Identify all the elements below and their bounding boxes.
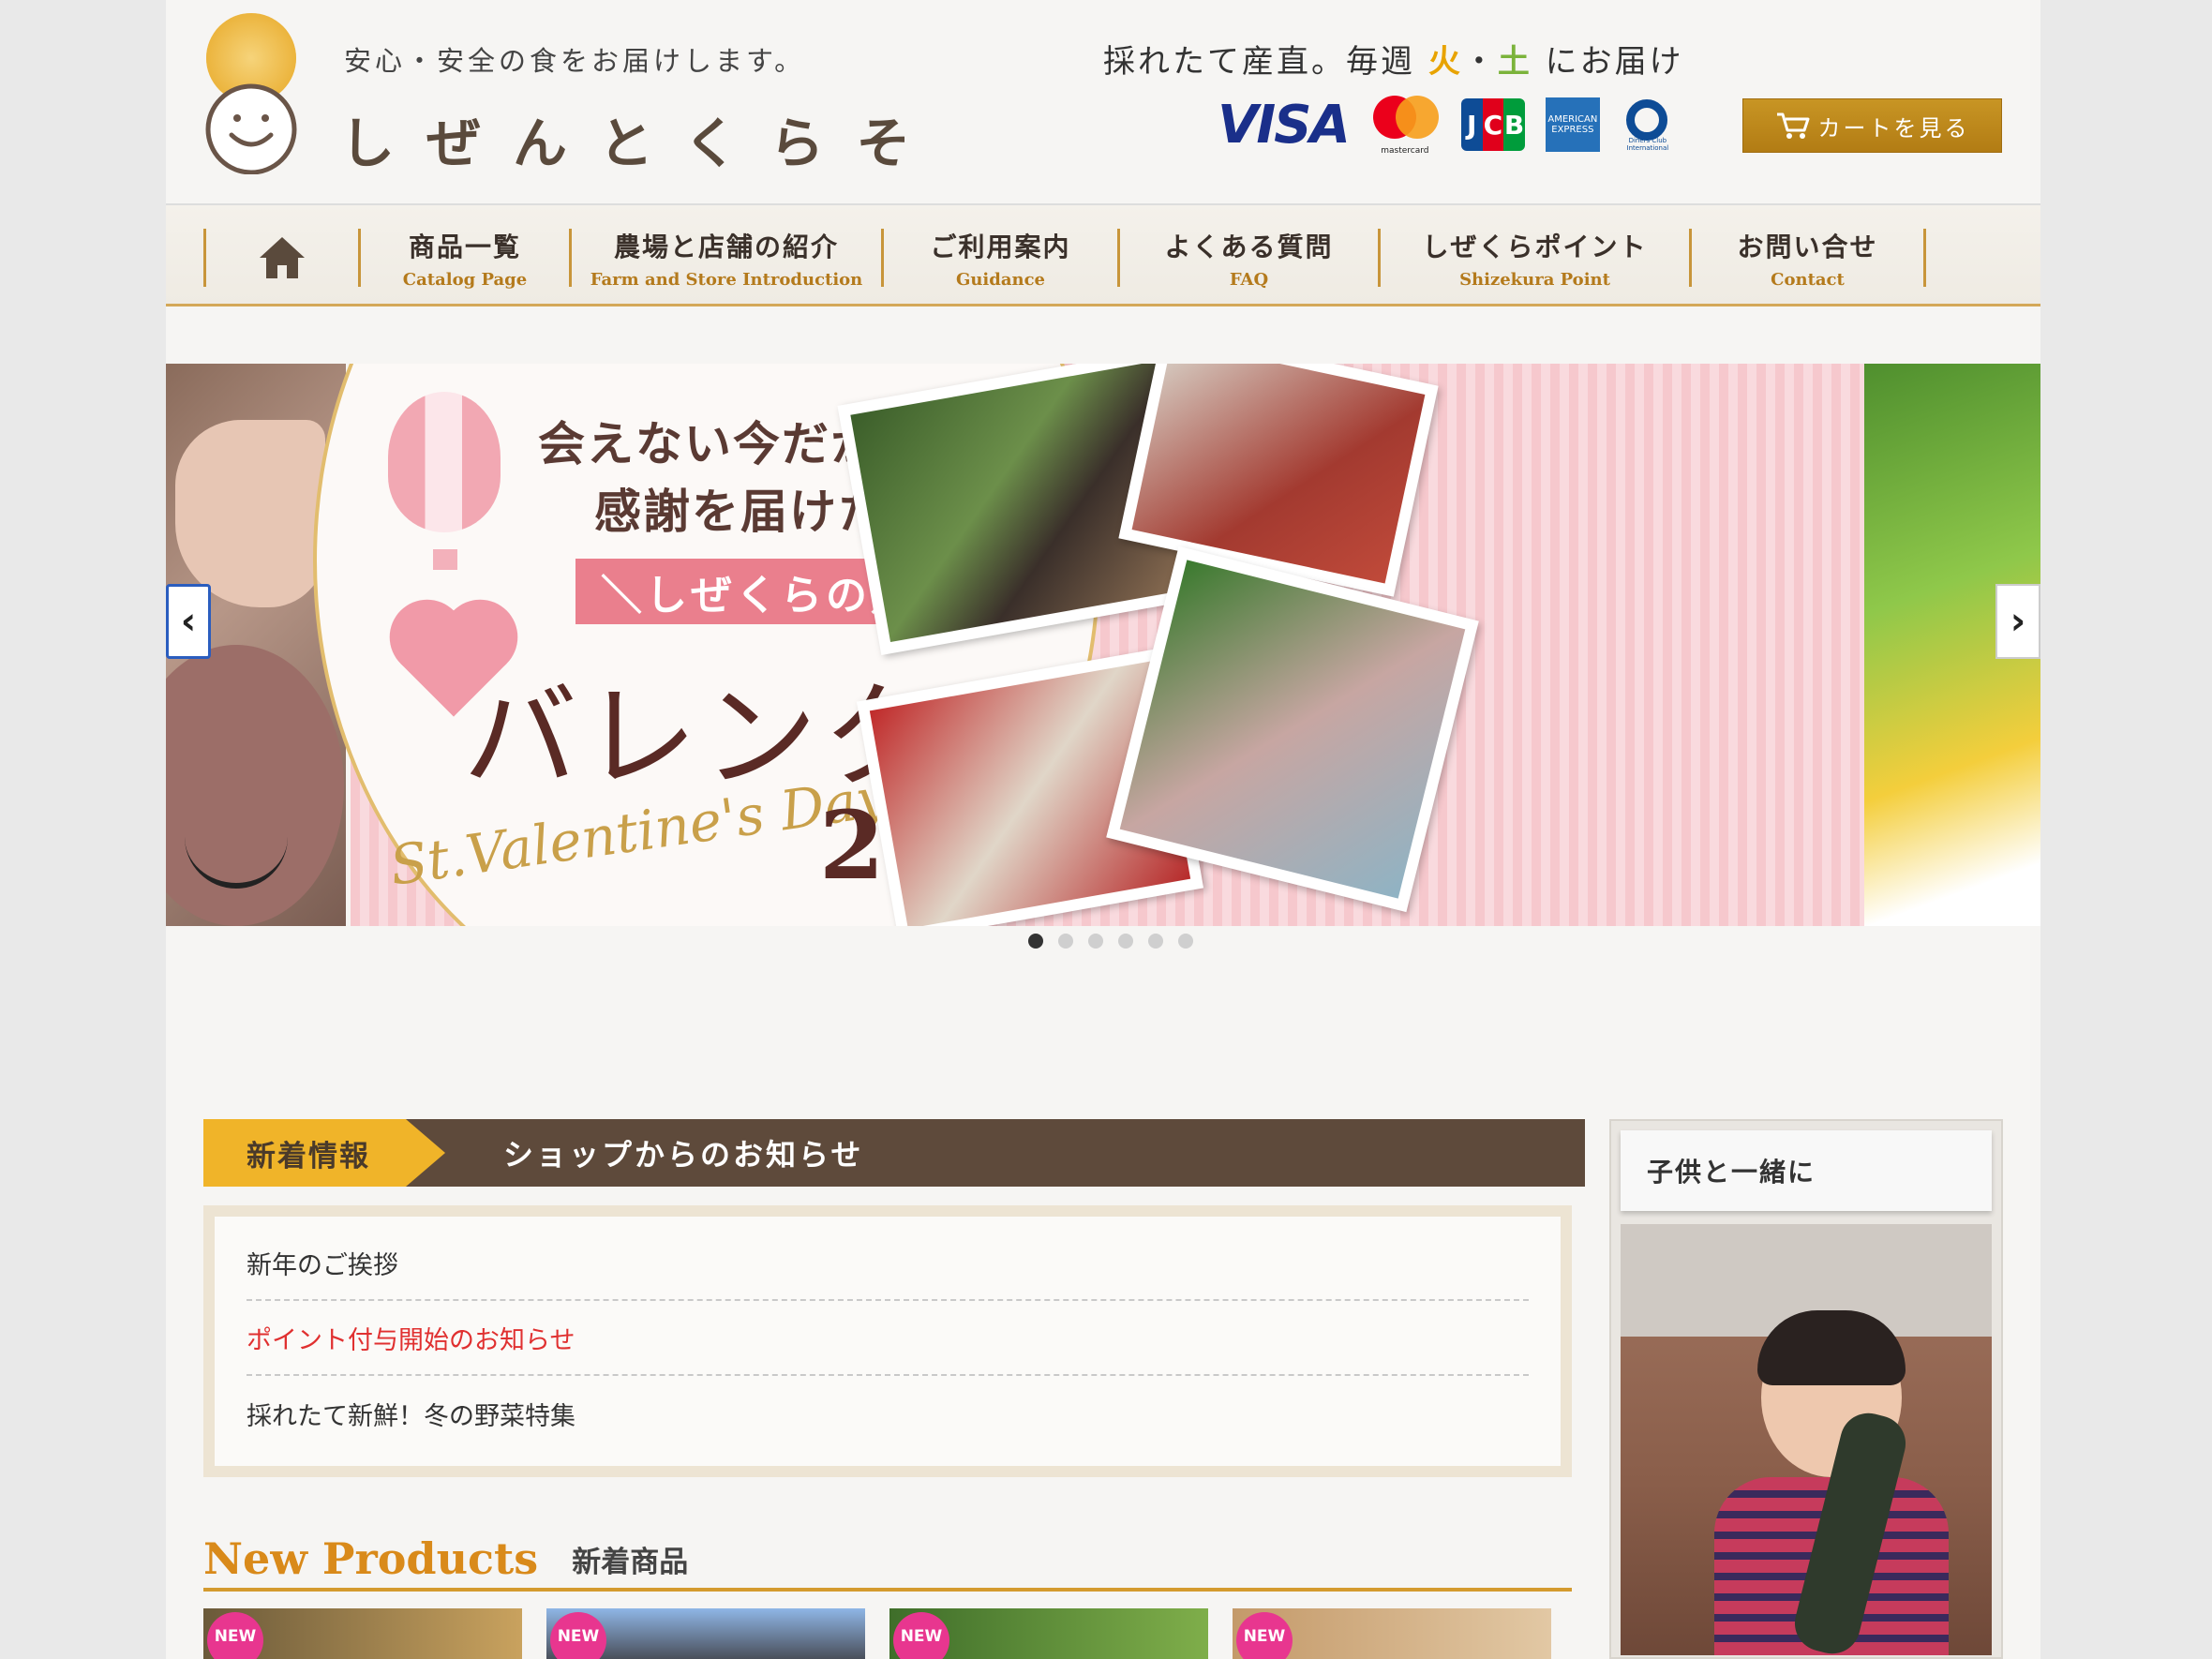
slider-dot-5[interactable] xyxy=(1148,934,1163,949)
slider-dots xyxy=(1028,934,1193,949)
new-products-title-jp: 新着商品 xyxy=(572,1546,689,1579)
sidebar-feature: 子供と一緒に xyxy=(1609,1119,2003,1659)
slider-dot-3[interactable] xyxy=(1088,934,1103,949)
new-badge: NEW xyxy=(207,1612,263,1659)
slider-prev-button[interactable]: ‹ xyxy=(166,584,211,659)
news-header: 新着情報 ショップからのお知らせ xyxy=(203,1119,1585,1187)
view-cart-button[interactable]: カートを見る xyxy=(1742,98,2002,153)
slide-valentine[interactable]: 会えない今だからこそ、 感謝を届けたい！ ＼しぜくらの／ バレンタイン St.V… xyxy=(313,364,1897,926)
delivery-info: 採れたて産直。毎週 火・土 にお届け xyxy=(1103,36,1684,82)
slider-dot-1[interactable] xyxy=(1028,934,1043,949)
nav-guidance-jp: ご利用案内 xyxy=(930,231,1071,262)
nav-catalog[interactable]: 商品一覧 Catalog Page xyxy=(358,229,569,290)
new-badge: NEW xyxy=(550,1612,606,1659)
slider-dot-2[interactable] xyxy=(1058,934,1073,949)
news-item-points[interactable]: ポイント付与開始のお知らせ xyxy=(247,1301,1529,1376)
nav-guidance[interactable]: ご利用案内 Guidance xyxy=(881,229,1117,290)
product-card-4[interactable]: NEW xyxy=(1233,1608,1551,1659)
diners-logo-icon: Diners Club International xyxy=(1621,97,1675,152)
product-card-2[interactable]: NEW xyxy=(546,1608,865,1659)
diners-label: Diners Club International xyxy=(1626,137,1669,152)
visa-logo-icon: VISA xyxy=(1218,94,1351,156)
delivery-suffix: にお届け xyxy=(1545,43,1684,81)
nav-farm-store[interactable]: 農場と店舗の紹介 Farm and Store Introduction xyxy=(569,229,881,290)
jcb-logo-icon: J C B xyxy=(1460,98,1525,151)
nav-contact[interactable]: お問い合せ Contact xyxy=(1689,229,1923,290)
nav-point[interactable]: しぜくらポイント Shizekura Point xyxy=(1378,229,1689,290)
mastercard-label: mastercard xyxy=(1381,146,1429,156)
global-nav: 商品一覧 Catalog Page 農場と店舗の紹介 Farm and Stor… xyxy=(166,203,2040,306)
nav-faq-jp: よくある質問 xyxy=(1164,231,1334,262)
new-badge: NEW xyxy=(1236,1612,1293,1659)
sun-smile-logo-icon[interactable] xyxy=(202,13,301,174)
balloon-icon xyxy=(388,392,501,532)
news-list: 新年のご挨拶 ポイント付与開始のお知らせ 採れたて新鮮！冬の野菜特集 xyxy=(203,1205,1572,1477)
new-products-header: New Products 新着商品 xyxy=(203,1533,1572,1592)
tagline: 安心・安全の食をお届けします。 xyxy=(344,45,806,77)
home-icon xyxy=(260,237,305,278)
news-item-winter-veg[interactable]: 採れたて新鮮！冬の野菜特集 xyxy=(247,1376,1529,1451)
news-tag: 新着情報 xyxy=(203,1119,445,1187)
jcb-letter-j: J xyxy=(1460,98,1483,151)
brand-name[interactable]: しぜんとくらそ xyxy=(340,99,942,178)
nav-home[interactable] xyxy=(203,229,358,287)
delivery-separator: ・ xyxy=(1462,43,1498,81)
jcb-letter-b: B xyxy=(1503,98,1525,151)
amex-logo-icon: AMERICAN EXPRESS xyxy=(1545,97,1600,152)
nav-divider xyxy=(1923,229,1926,287)
delivery-day-saturday: 土 xyxy=(1497,43,1532,81)
cart-icon xyxy=(1776,112,1809,139)
sidebar-photo-child[interactable] xyxy=(1621,1224,1992,1655)
nav-faq-en: FAQ xyxy=(1229,269,1269,290)
nav-catalog-jp: 商品一覧 xyxy=(408,231,521,262)
nav-faq[interactable]: よくある質問 FAQ xyxy=(1117,229,1378,290)
nav-guidance-en: Guidance xyxy=(955,269,1046,290)
slider-dot-6[interactable] xyxy=(1178,934,1193,949)
view-cart-label: カートを見る xyxy=(1817,114,1970,142)
news-item-new-year[interactable]: 新年のご挨拶 xyxy=(247,1226,1529,1301)
product-card-1[interactable]: NEW xyxy=(203,1608,522,1659)
banner-slider[interactable]: 会えない今だからこそ、 感謝を届けたい！ ＼しぜくらの／ バレンタイン St.V… xyxy=(166,364,2040,926)
mastercard-logo-icon: mastercard xyxy=(1369,94,1441,156)
news-title: ショップからのお知らせ xyxy=(503,1137,864,1173)
nav-point-en: Shizekura Point xyxy=(1459,269,1610,290)
payment-cards: VISA mastercard J C B AMERICAN EXPRESS D… xyxy=(1218,94,1675,157)
nav-catalog-en: Catalog Page xyxy=(402,269,528,290)
slider-dot-4[interactable] xyxy=(1118,934,1133,949)
slider-next-button[interactable]: › xyxy=(1995,584,2040,659)
new-products-title-en: New Products xyxy=(203,1533,539,1584)
nav-point-jp: しぜくらポイント xyxy=(1422,231,1648,262)
delivery-day-tuesday: 火 xyxy=(1427,43,1463,81)
page: 安心・安全の食をお届けします。 しぜんとくらそ 採れたて産直。毎週 火・土 にお… xyxy=(166,0,2040,1659)
new-badge: NEW xyxy=(893,1612,949,1659)
product-card-3[interactable]: NEW xyxy=(889,1608,1208,1659)
sidebar-title[interactable]: 子供と一緒に xyxy=(1621,1130,1992,1211)
jcb-letter-c: C xyxy=(1482,98,1504,151)
nav-farm-store-jp: 農場と店舗の紹介 xyxy=(613,231,839,262)
nav-contact-jp: お問い合せ xyxy=(1737,231,1878,262)
nav-contact-en: Contact xyxy=(1771,269,1845,290)
delivery-prefix: 採れたて産直。毎週 xyxy=(1103,43,1415,81)
nav-farm-store-en: Farm and Store Introduction xyxy=(590,269,863,290)
